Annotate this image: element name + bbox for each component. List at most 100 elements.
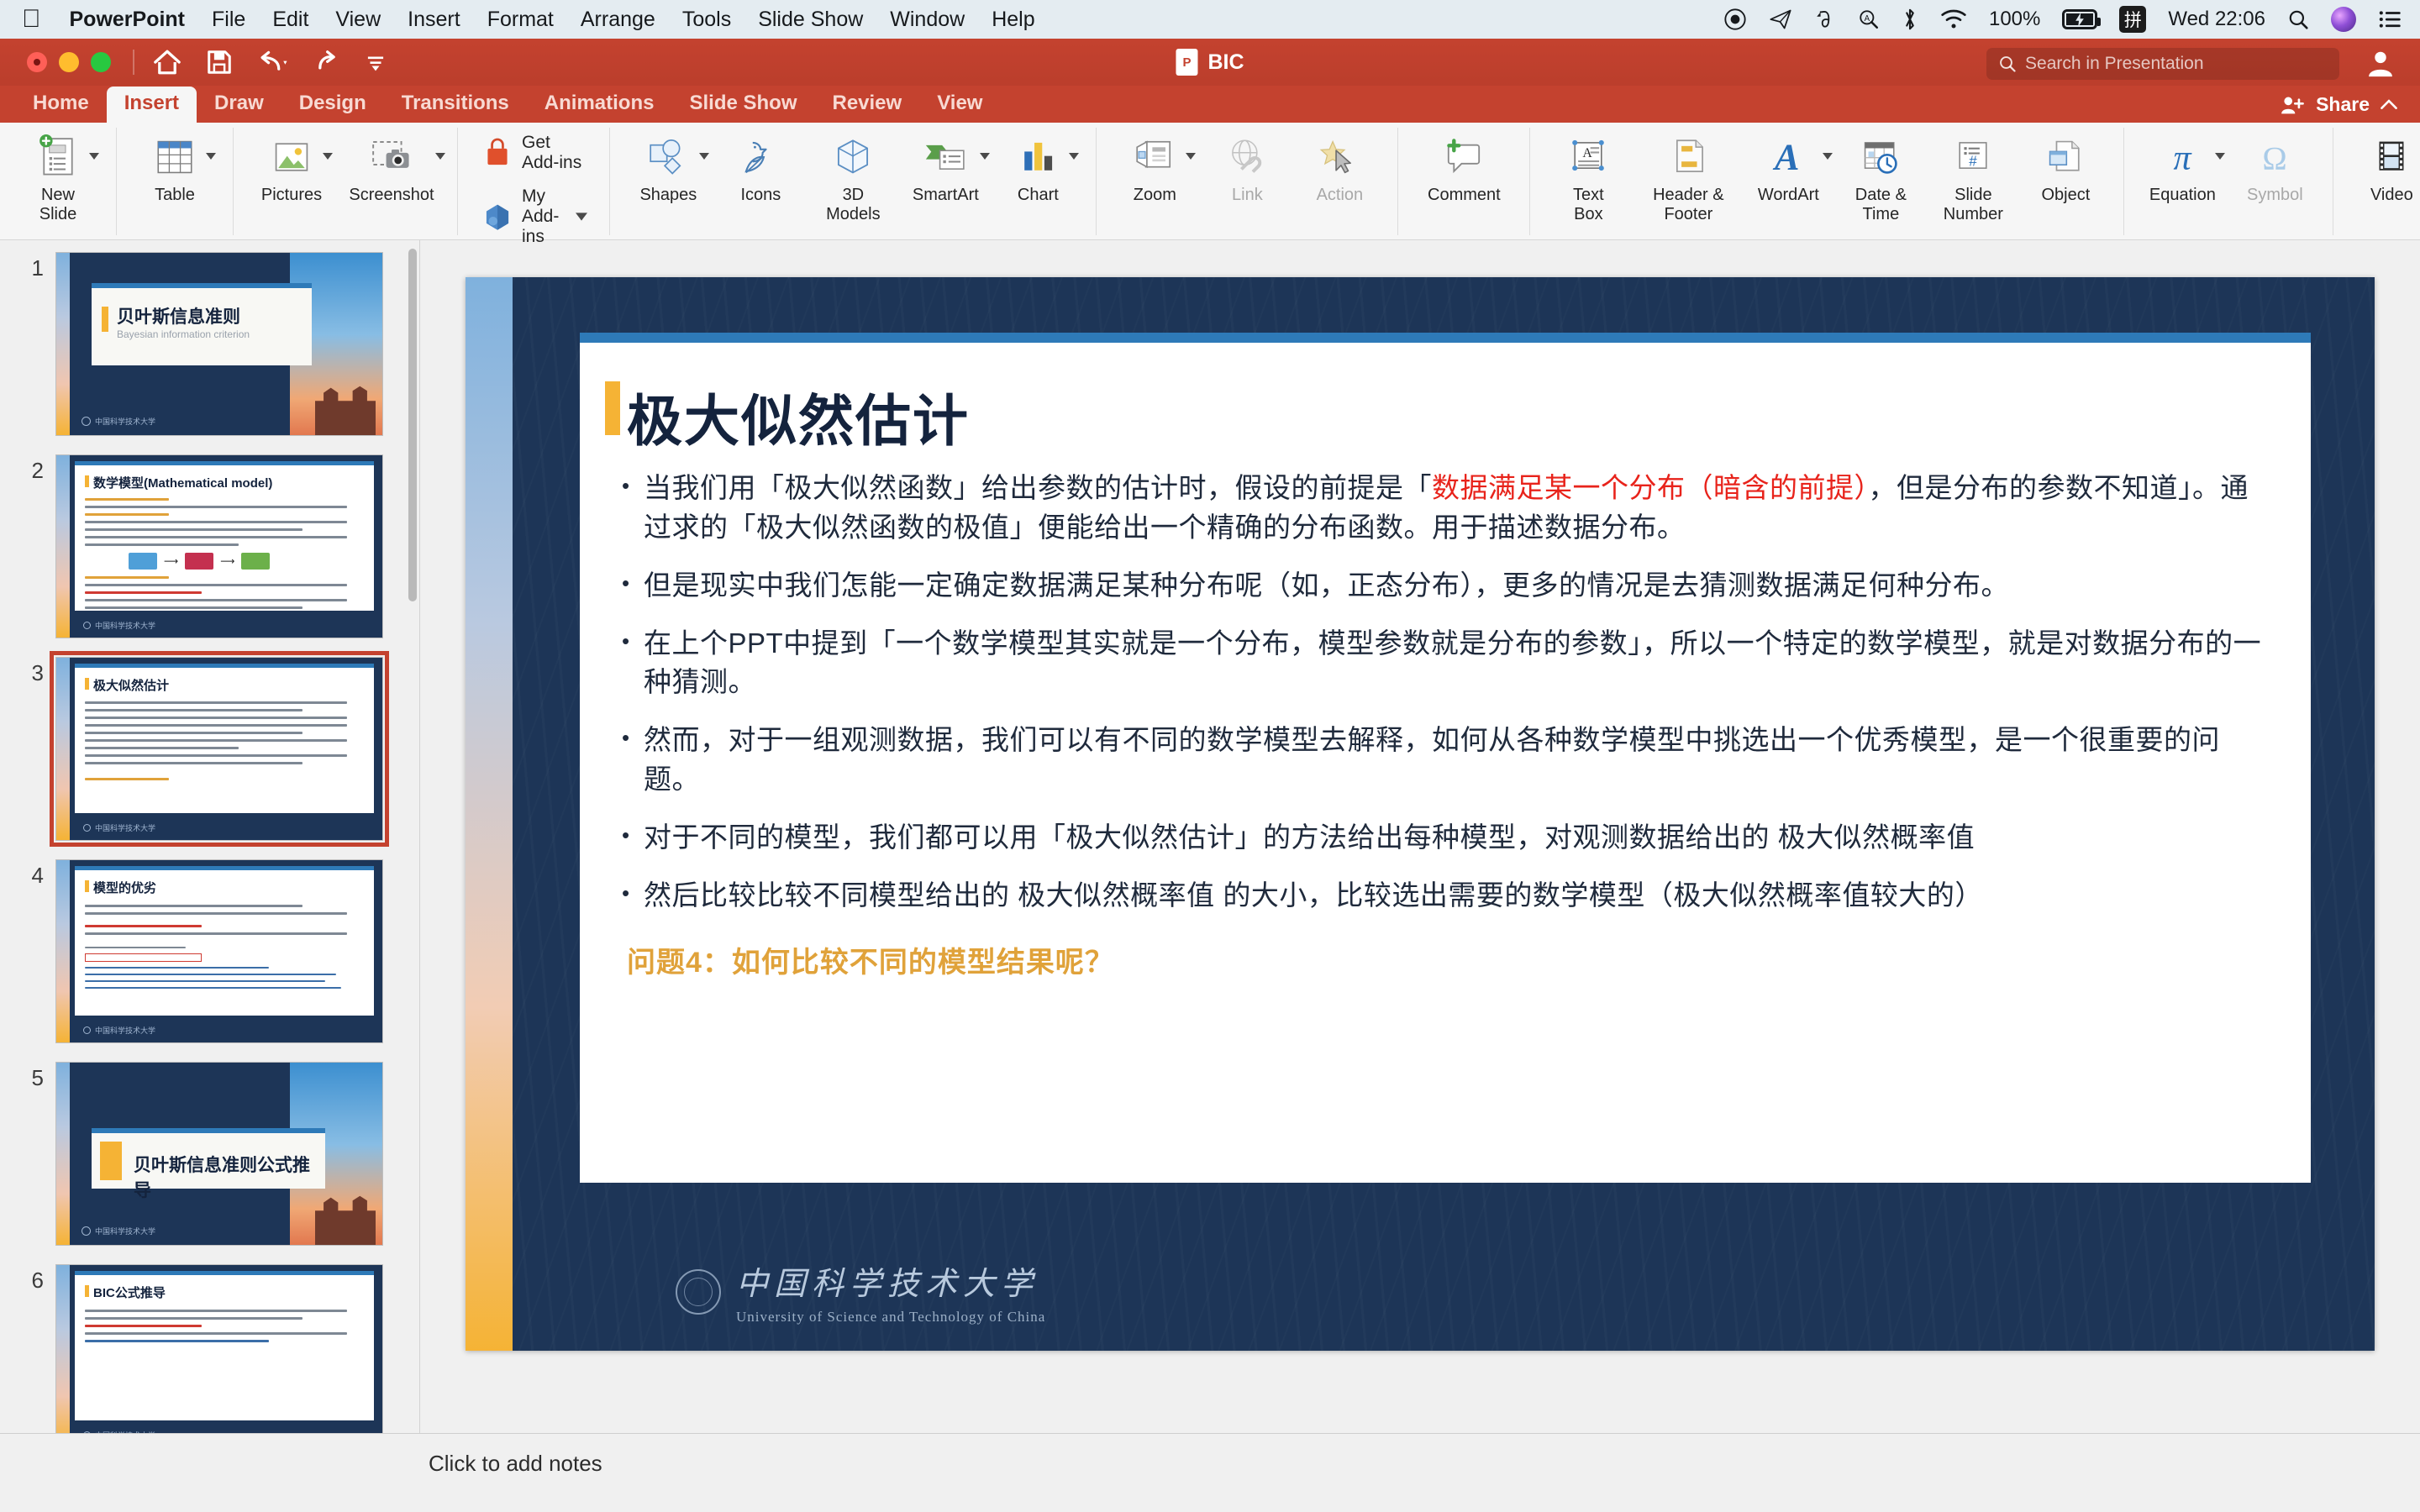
- comment-button[interactable]: Comment: [1410, 128, 1518, 205]
- bullet-2[interactable]: • 但是现实中我们怎能一定确定数据满足某种分布呢（如，正态分布），更多的情况是去…: [622, 566, 2274, 606]
- slide-canvas-area[interactable]: 极大似然估计 • 当我们用「极大似然函数」给出参数的估计时，假设的前提是「数据满…: [420, 240, 2420, 1433]
- alfred-icon[interactable]: A: [1858, 8, 1880, 31]
- battery-icon[interactable]: [2062, 9, 2102, 29]
- link-button[interactable]: Link: [1201, 128, 1293, 205]
- tab-review[interactable]: Review: [814, 87, 919, 123]
- equation-button[interactable]: π Equation: [2136, 128, 2228, 205]
- chevron-down-icon[interactable]: [1186, 153, 1197, 160]
- date-time-button[interactable]: Date & Time: [1834, 128, 1927, 224]
- thumbnail-preview[interactable]: 数学模型(Mathematical model) ⟶ ⟶ 中国科学技术大学: [55, 454, 383, 638]
- thumbnail-slide-3[interactable]: 3 极大似然估计 中国科学技术大学: [0, 651, 419, 847]
- wifi-icon[interactable]: [1940, 8, 1967, 30]
- search-in-presentation[interactable]: [1986, 48, 2339, 80]
- thumbnail-slide-5[interactable]: 5 贝叶斯信息准则公式推导 中国科学技术大学: [0, 1062, 419, 1246]
- bullet-4[interactable]: • 然而，对于一组观测数据，我们可以有不同的数学模型去解释，如何从各种数学模型中…: [622, 721, 2274, 800]
- chevron-down-icon[interactable]: [323, 153, 333, 160]
- siri-icon[interactable]: [2331, 7, 2356, 32]
- slide-number-button[interactable]: # Slide Number: [1927, 128, 2019, 224]
- chevron-down-icon[interactable]: [576, 213, 588, 221]
- thumbnail-preview[interactable]: 贝叶斯信息准则公式推导 中国科学技术大学: [55, 1062, 383, 1246]
- pictures-button[interactable]: Pictures: [245, 128, 338, 205]
- customize-toolbar-icon[interactable]: [365, 51, 387, 73]
- apple-logo-icon[interactable]: : [22, 7, 41, 32]
- slide-body-bullets[interactable]: • 当我们用「极大似然函数」给出参数的估计时，假设的前提是「数据满足某一个分布（…: [622, 469, 2274, 934]
- tab-animations[interactable]: Animations: [527, 87, 672, 123]
- 3d-models-button[interactable]: 3D Models: [807, 128, 899, 224]
- home-icon[interactable]: [153, 49, 182, 76]
- menu-window[interactable]: Window: [890, 8, 965, 32]
- tab-home[interactable]: Home: [15, 87, 107, 123]
- menu-insert[interactable]: Insert: [408, 8, 460, 32]
- symbol-button[interactable]: Ω Symbol: [2228, 128, 2321, 205]
- tab-transitions[interactable]: Transitions: [384, 87, 527, 123]
- screenshot-button[interactable]: Screenshot: [338, 128, 445, 205]
- menubar-clock[interactable]: Wed 22:06: [2168, 8, 2265, 31]
- object-button[interactable]: Object: [2019, 128, 2112, 205]
- tab-design[interactable]: Design: [281, 87, 384, 123]
- chevron-down-icon[interactable]: [1823, 153, 1833, 160]
- slide-title[interactable]: 极大似然估计: [627, 376, 970, 457]
- slide-thumbnail-pane[interactable]: 1 贝叶斯信息准则 Bayesian information criterion…: [0, 240, 420, 1433]
- redo-icon[interactable]: [314, 50, 339, 75]
- thumbnail-slide-4[interactable]: 4 模型的优劣 中国科学技术大学: [0, 859, 419, 1043]
- menu-arrange[interactable]: Arrange: [581, 8, 655, 32]
- menu-slide-show[interactable]: Slide Show: [758, 8, 863, 32]
- chevron-down-icon[interactable]: [1069, 153, 1080, 160]
- thumbnail-pane-scrollbar[interactable]: [408, 249, 417, 601]
- bullet-1[interactable]: • 当我们用「极大似然函数」给出参数的估计时，假设的前提是「数据满足某一个分布（…: [622, 469, 2274, 548]
- thumbnail-slide-2[interactable]: 2 数学模型(Mathematical model) ⟶ ⟶ 中国科学技术大学: [0, 454, 419, 638]
- chevron-up-icon[interactable]: [2380, 97, 2398, 113]
- undo-icon[interactable]: [257, 50, 289, 75]
- thumbnail-preview[interactable]: 极大似然估计 中国科学技术大学: [50, 651, 389, 847]
- bullet-3[interactable]: • 在上个PPT中提到「一个数学模型其实就是一个分布，模型参数就是分布的参数」，…: [622, 624, 2274, 703]
- thumbnail-slide-6[interactable]: 6 BIC公式推导 中国科学技术大学: [0, 1264, 419, 1433]
- thumbnail-slide-1[interactable]: 1 贝叶斯信息准则 Bayesian information criterion…: [0, 252, 419, 436]
- save-icon[interactable]: [207, 50, 232, 75]
- chart-button[interactable]: Chart: [992, 128, 1084, 205]
- slide-content-card[interactable]: 极大似然估计 • 当我们用「极大似然函数」给出参数的估计时，假设的前提是「数据满…: [580, 333, 2311, 1183]
- shapes-button[interactable]: Shapes: [622, 128, 714, 205]
- chevron-down-icon[interactable]: [980, 153, 991, 160]
- video-button[interactable]: Video: [2345, 128, 2420, 205]
- tab-slide-show[interactable]: Slide Show: [671, 87, 814, 123]
- wordart-button[interactable]: A WordArt: [1742, 128, 1834, 205]
- chevron-down-icon[interactable]: [435, 153, 445, 160]
- share-person-icon[interactable]: [2281, 94, 2306, 116]
- bluetooth-icon[interactable]: [1902, 7, 1918, 32]
- my-addins-button[interactable]: My Add-ins: [483, 186, 588, 247]
- evernote-icon[interactable]: [1814, 8, 1836, 31]
- chevron-down-icon[interactable]: [206, 153, 216, 160]
- menu-view[interactable]: View: [335, 8, 381, 32]
- search-input[interactable]: [2025, 54, 2328, 74]
- chevron-down-icon[interactable]: [699, 153, 710, 160]
- table-button[interactable]: Table: [129, 128, 221, 205]
- screen-record-icon[interactable]: [1723, 8, 1747, 31]
- text-box-button[interactable]: A Text Box: [1542, 128, 1634, 224]
- close-window-button[interactable]: [27, 52, 47, 72]
- new-slide-button[interactable]: New Slide: [12, 128, 104, 224]
- spotlight-search-icon[interactable]: [2287, 8, 2309, 30]
- tab-draw[interactable]: Draw: [197, 87, 281, 123]
- bullet-5[interactable]: • 对于不同的模型，我们都可以用「极大似然估计」的方法给出每种模型，对观测数据给…: [622, 818, 2274, 858]
- menu-file[interactable]: File: [212, 8, 245, 32]
- chevron-down-icon[interactable]: [89, 153, 99, 160]
- control-center-icon[interactable]: [2378, 9, 2402, 29]
- menu-powerpoint[interactable]: PowerPoint: [70, 8, 186, 32]
- telegram-icon[interactable]: [1769, 8, 1792, 31]
- menu-help[interactable]: Help: [992, 8, 1034, 32]
- thumbnail-preview[interactable]: 贝叶斯信息准则 Bayesian information criterion 中…: [55, 252, 383, 436]
- input-source-icon[interactable]: 拼: [2119, 6, 2147, 33]
- menu-format[interactable]: Format: [487, 8, 554, 32]
- icons-button[interactable]: Icons: [714, 128, 807, 205]
- minimize-window-button[interactable]: [59, 52, 79, 72]
- thumbnail-preview[interactable]: 模型的优劣 中国科学技术大学: [55, 859, 383, 1043]
- notes-pane[interactable]: Click to add notes: [0, 1433, 2420, 1512]
- zoom-button[interactable]: Zoom: [1108, 128, 1201, 205]
- account-icon[interactable]: [2365, 47, 2396, 79]
- header-footer-button[interactable]: Header & Footer: [1634, 128, 1742, 224]
- current-slide[interactable]: 极大似然估计 • 当我们用「极大似然函数」给出参数的估计时，假设的前提是「数据满…: [466, 277, 2375, 1351]
- get-addins-button[interactable]: Get Add-ins: [483, 133, 587, 173]
- maximize-window-button[interactable]: [91, 52, 111, 72]
- menu-tools[interactable]: Tools: [682, 8, 731, 32]
- slide-question-text[interactable]: 问题4：如何比较不同的模型结果呢？: [627, 939, 1114, 980]
